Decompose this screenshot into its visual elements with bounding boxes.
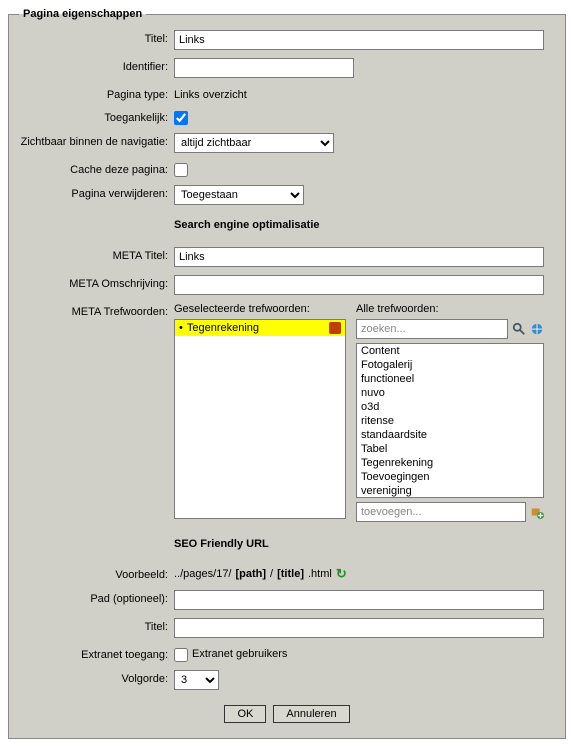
cancel-button[interactable]: Annuleren: [273, 705, 349, 723]
titel2-input[interactable]: [174, 618, 544, 638]
label-meta-omschrijving: META Omschrijving:: [19, 275, 174, 290]
url-example: ../pages/17/[path]/[title].html ↻: [174, 566, 347, 582]
keyword-item[interactable]: Tabel: [357, 442, 543, 456]
meta-omschrijving-input[interactable]: [174, 275, 544, 295]
cache-checkbox[interactable]: [174, 163, 188, 177]
extranet-checkbox[interactable]: [174, 648, 188, 662]
keyword-search-input[interactable]: [356, 319, 508, 339]
extranet-text: Extranet gebruikers: [192, 648, 287, 660]
identifier-input[interactable]: [174, 58, 354, 78]
refresh-icon[interactable]: ↻: [336, 566, 347, 582]
add-keyword-icon[interactable]: [529, 505, 544, 520]
search-icon[interactable]: [511, 322, 526, 337]
label-meta-trefwoorden: META Trefwoorden:: [19, 303, 174, 318]
seo-url-header: SEO Friendly URL: [174, 538, 269, 550]
volgorde-select[interactable]: 3: [174, 670, 219, 690]
label-meta-titel: META Titel:: [19, 247, 174, 262]
toegankelijk-checkbox[interactable]: [174, 111, 188, 125]
label-pad: Pad (optioneel):: [19, 590, 174, 605]
seo-header: Search engine optimalisatie: [174, 219, 320, 231]
label-identifier: Identifier:: [19, 58, 174, 73]
verwijderen-select[interactable]: Toegestaan: [174, 185, 304, 205]
keyword-item[interactable]: Content: [357, 344, 543, 358]
all-keywords-listbox[interactable]: ContentFotogalerijfunctioneelnuvoo3drite…: [356, 343, 544, 498]
pad-input[interactable]: [174, 590, 544, 610]
keyword-item[interactable]: o3d: [357, 400, 543, 414]
keyword-item[interactable]: Fotogalerij: [357, 358, 543, 372]
selected-keywords-listbox[interactable]: • Tegenrekening: [174, 319, 346, 519]
label-pagina-type: Pagina type:: [19, 86, 174, 101]
label-verwijderen: Pagina verwijderen:: [19, 185, 174, 200]
keyword-item[interactable]: ritense: [357, 414, 543, 428]
meta-titel-input[interactable]: [174, 247, 544, 267]
label-extranet: Extranet toegang:: [19, 646, 174, 661]
label-zichtbaar: Zichtbaar binnen de navigatie:: [19, 133, 174, 148]
keyword-item[interactable]: Toevoegingen: [357, 470, 543, 484]
all-keywords-label: Alle trefwoorden:: [356, 303, 544, 315]
pagina-type-value: Links overzicht: [174, 86, 555, 101]
label-volgorde: Volgorde:: [19, 670, 174, 685]
label-titel2: Titel:: [19, 618, 174, 633]
globe-icon[interactable]: [529, 322, 544, 337]
ok-button[interactable]: OK: [224, 705, 266, 723]
bullet-icon: •: [179, 322, 183, 334]
label-toegankelijk: Toegankelijk:: [19, 109, 174, 124]
titel-input[interactable]: [174, 30, 544, 50]
keyword-item[interactable]: vereniging: [357, 484, 543, 498]
keyword-item[interactable]: standaardsite: [357, 428, 543, 442]
keyword-item[interactable]: nuvo: [357, 386, 543, 400]
selected-keywords-label: Geselecteerde trefwoorden:: [174, 303, 346, 315]
page-properties-fieldset: Pagina eigenschappen Titel: Identifier: …: [8, 8, 566, 739]
lock-icon[interactable]: [329, 322, 341, 334]
selected-keyword-item[interactable]: • Tegenrekening: [175, 320, 345, 336]
keyword-item[interactable]: functioneel: [357, 372, 543, 386]
zichtbaar-select[interactable]: altijd zichtbaar: [174, 133, 334, 153]
keyword-item[interactable]: Tegenrekening: [357, 456, 543, 470]
selected-keyword-text: Tegenrekening: [187, 322, 259, 334]
fieldset-legend: Pagina eigenschappen: [19, 8, 146, 20]
label-cache: Cache deze pagina:: [19, 161, 174, 176]
keyword-add-input[interactable]: [356, 502, 526, 522]
label-titel: Titel:: [19, 30, 174, 45]
label-voorbeeld: Voorbeeld:: [19, 566, 174, 581]
